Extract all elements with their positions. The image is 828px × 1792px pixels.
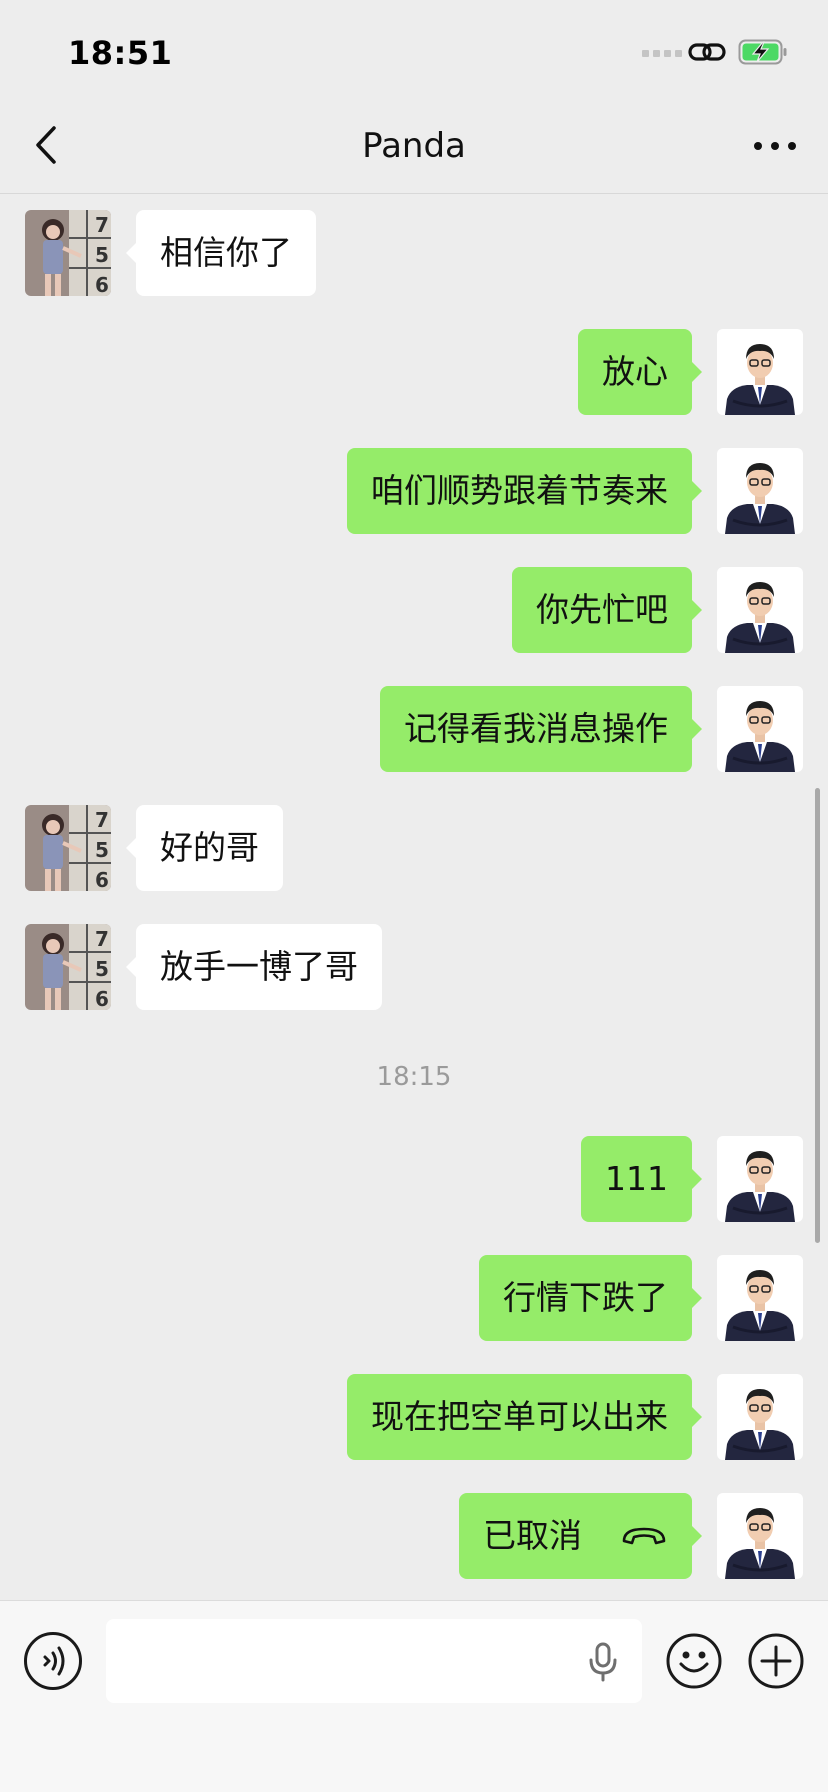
message-bubble[interactable]: 你先忙吧	[512, 567, 702, 653]
message-timestamp: 18:15	[376, 1062, 452, 1092]
hang-up-icon	[622, 1527, 666, 1544]
message-outgoing: 咱们顺势跟着节奏来	[0, 448, 828, 534]
svg-text:5: 5	[95, 838, 109, 862]
message-bubble[interactable]: 咱们顺势跟着节奏来	[347, 448, 702, 534]
message-bubble[interactable]: 行情下跌了	[479, 1255, 702, 1341]
user-avatar[interactable]	[717, 448, 803, 534]
battery-charging-icon	[738, 39, 787, 65]
message-outgoing: 记得看我消息操作	[0, 686, 828, 772]
svg-text:5: 5	[95, 957, 109, 981]
message-incoming: 7 5 6 相信你了	[0, 210, 828, 296]
message-outgoing: 行情下跌了	[0, 1255, 828, 1341]
chat-header: Panda	[0, 100, 828, 194]
more-options-button[interactable]	[748, 126, 802, 166]
user-avatar[interactable]	[717, 1493, 803, 1579]
emoji-icon[interactable]	[665, 1632, 723, 1690]
microphone-icon[interactable]	[588, 1642, 618, 1682]
message-bubble[interactable]: 相信你了	[126, 210, 316, 296]
message-incoming: 7 5 6 好的哥	[0, 805, 828, 891]
message-outgoing-call: 已取消	[0, 1493, 828, 1579]
status-time: 18:51	[68, 34, 173, 72]
svg-text:7: 7	[95, 927, 109, 951]
call-record-bubble[interactable]: 已取消	[459, 1493, 702, 1579]
message-bubble[interactable]: 好的哥	[126, 805, 283, 891]
svg-text:5: 5	[95, 243, 109, 267]
user-avatar[interactable]	[717, 329, 803, 415]
message-outgoing: 111	[0, 1136, 828, 1222]
user-avatar[interactable]	[717, 1136, 803, 1222]
message-outgoing: 现在把空单可以出来	[0, 1374, 828, 1460]
link-icon	[688, 43, 726, 61]
message-bubble[interactable]: 现在把空单可以出来	[347, 1374, 702, 1460]
status-bar: 18:51	[0, 0, 828, 100]
input-bar	[0, 1600, 828, 1792]
contact-avatar[interactable]: 7 5 6	[25, 805, 111, 891]
message-outgoing: 你先忙吧	[0, 567, 828, 653]
scrollbar[interactable]	[815, 788, 820, 1243]
message-bubble[interactable]: 记得看我消息操作	[380, 686, 702, 772]
user-avatar[interactable]	[717, 567, 803, 653]
message-incoming: 7 5 6 放手一博了哥	[0, 924, 828, 1010]
message-outgoing: 放心	[0, 329, 828, 415]
svg-text:6: 6	[95, 273, 109, 296]
signal-icon	[642, 50, 682, 57]
contact-avatar[interactable]: 7 5 6	[25, 210, 111, 296]
plus-icon[interactable]	[747, 1632, 805, 1690]
user-avatar[interactable]	[717, 686, 803, 772]
message-list[interactable]: 7 5 6 相信你了 放心 咱们顺势跟着节奏来 你先忙吧 记得看我消息操作 7 …	[0, 195, 828, 1600]
contact-avatar[interactable]: 7 5 6	[25, 924, 111, 1010]
message-bubble[interactable]: 放手一博了哥	[126, 924, 382, 1010]
message-bubble[interactable]: 111	[581, 1136, 702, 1222]
svg-text:6: 6	[95, 987, 109, 1010]
message-bubble[interactable]: 放心	[578, 329, 702, 415]
user-avatar[interactable]	[717, 1255, 803, 1341]
chat-title: Panda	[362, 126, 466, 166]
voice-mode-icon[interactable]	[24, 1632, 82, 1690]
call-status-label: 已取消	[483, 1516, 582, 1555]
svg-text:7: 7	[95, 213, 109, 237]
user-avatar[interactable]	[717, 1374, 803, 1460]
svg-text:6: 6	[95, 868, 109, 891]
svg-text:7: 7	[95, 808, 109, 832]
message-input[interactable]	[106, 1619, 642, 1703]
